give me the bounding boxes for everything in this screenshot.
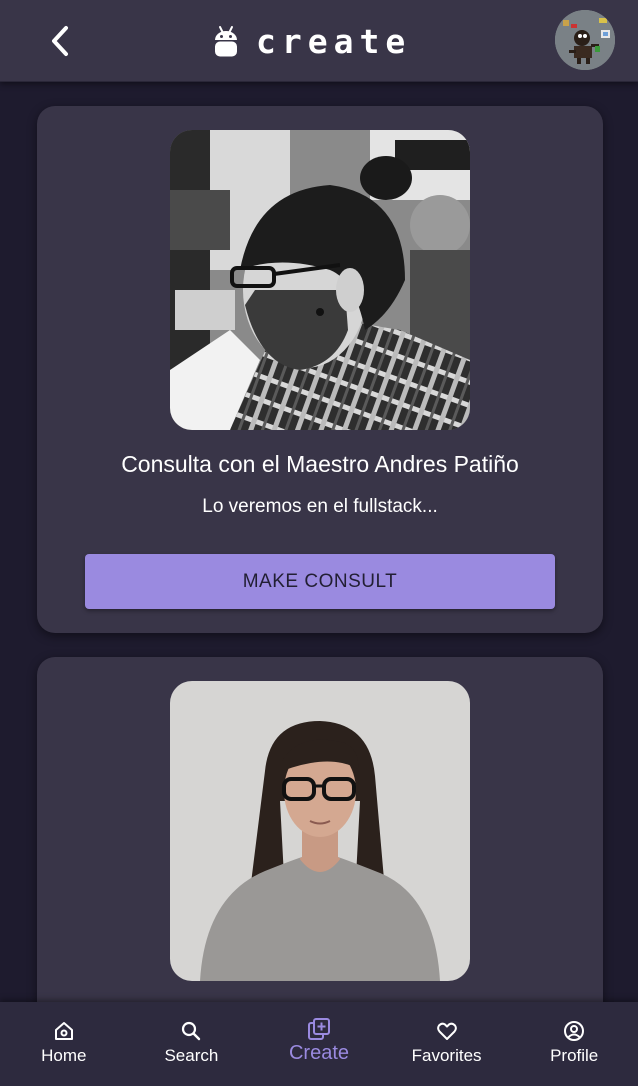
android-icon xyxy=(215,26,237,57)
user-avatar-image xyxy=(555,10,615,70)
page-title: create xyxy=(256,21,412,61)
brand: create xyxy=(212,18,411,64)
consult-photo xyxy=(170,681,470,981)
nav-item-home[interactable]: Home xyxy=(0,1002,128,1086)
nav-label-favorites: Favorites xyxy=(411,1046,482,1065)
mentor-photo xyxy=(170,681,470,981)
bottom-navigation: Home Search Create Favorites Profile xyxy=(0,1002,638,1086)
chevron-left-icon xyxy=(52,26,68,56)
nav-label-create: Create xyxy=(288,1042,349,1064)
consult-card: Consulta con el Maestro Andres Patiño Lo… xyxy=(37,106,603,633)
back-button[interactable] xyxy=(40,20,82,62)
nav-label-home: Home xyxy=(41,1046,87,1065)
consult-description: Lo veremos en el fullstack... xyxy=(202,496,438,517)
make-consult-button[interactable]: MAKE CONSULT xyxy=(85,554,555,609)
consult-title: Consulta con el Maestro Andres Patiño xyxy=(121,451,519,477)
consult-card xyxy=(37,657,603,1002)
nav-item-favorites[interactable]: Favorites xyxy=(383,1002,511,1086)
account-circle-icon xyxy=(562,1019,586,1043)
add-box-icon xyxy=(307,1017,331,1041)
consult-photo xyxy=(170,130,470,430)
heart-icon xyxy=(435,1019,459,1043)
search-icon xyxy=(179,1019,203,1043)
nav-item-create[interactable]: Create xyxy=(255,1002,383,1086)
app-root: create Consulta con el Maestro Andres Pa… xyxy=(0,0,638,1086)
nav-label-profile: Profile xyxy=(550,1046,599,1065)
consult-list[interactable]: Consulta con el Maestro Andres Patiño Lo… xyxy=(0,82,638,1002)
nav-item-search[interactable]: Search xyxy=(128,1002,256,1086)
top-app-bar: create xyxy=(0,0,638,82)
avatar[interactable] xyxy=(555,10,615,70)
nav-item-profile[interactable]: Profile xyxy=(510,1002,638,1086)
nav-label-search: Search xyxy=(164,1046,219,1065)
mentor-photo xyxy=(170,130,470,430)
home-icon xyxy=(52,1019,76,1043)
